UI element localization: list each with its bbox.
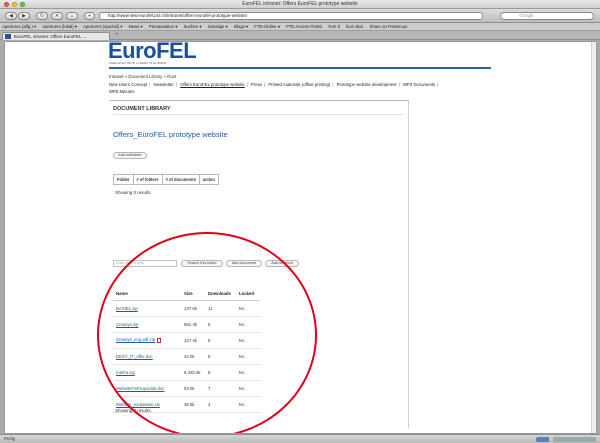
- reload-button[interactable]: ↻: [36, 12, 48, 20]
- column-header: Folder: [113, 174, 134, 185]
- add-bookmark-button[interactable]: +: [84, 12, 95, 20]
- bookmark-item[interactable]: Yum It: [328, 24, 340, 29]
- bookmark-item[interactable]: News ▾: [129, 24, 143, 29]
- bookmark-item[interactable]: Sonstige ▾: [208, 24, 228, 29]
- logo-tagline: FREE ELECTRON LASERS IN EUROPE: [109, 61, 167, 65]
- panel-divider: [109, 100, 409, 101]
- address-bar[interactable]: http://www-test-eurofel.psi.ch/intranet/…: [99, 12, 483, 20]
- folder-results-count: Showing 0 results.: [115, 190, 152, 195]
- bookmark-item[interactable]: Suchen ▾: [184, 24, 202, 29]
- nav-link[interactable]: New Users Concept: [109, 82, 147, 87]
- window-title: EuroFEL intranet: Offers EuroFEL prototy…: [242, 1, 358, 7]
- bookmark-item[interactable]: Precausation ▾: [149, 24, 177, 29]
- add-subfolder-button[interactable]: Add subfolder: [113, 152, 147, 159]
- column-header: # of folders: [132, 174, 163, 185]
- breadcrumb-item[interactable]: Intranet: [109, 74, 124, 79]
- browser-toolbar: ◀ ▶ ↻ ✕ ⌂ + http://www-test-eurofel.psi.…: [0, 9, 600, 23]
- bookmark-item[interactable]: leuz desi: [346, 24, 363, 29]
- nav-link-active[interactable]: Offers EuroFEL prototype website: [180, 82, 245, 87]
- stop-button[interactable]: ✕: [51, 12, 63, 20]
- bookmark-item[interactable]: FTD Access Portal: [286, 24, 322, 29]
- nav-link[interactable]: WP5 Minutes: [109, 89, 135, 94]
- bookmark-item[interactable]: Share on Posterous: [369, 24, 407, 29]
- folder-nav: New Users Concept | Newsletter | Offers Eu…: [109, 82, 439, 94]
- tab-bar: EuroFEL intranet: Offers EuroFEL ... +: [0, 31, 600, 40]
- nav-link[interactable]: WP3 Documents: [403, 82, 435, 87]
- folder-summary-table: Folder # of folders # of documents actio…: [113, 174, 219, 185]
- status-text: Fertig: [4, 436, 15, 441]
- tab-label: EuroFEL intranet: Offers EuroFEL ...: [14, 34, 87, 39]
- bookmark-item[interactable]: FTD-Online ▾: [254, 24, 280, 29]
- column-header: # of documents: [161, 174, 200, 185]
- breadcrumb: Intranet » Document Library » Root: [109, 74, 176, 79]
- column-header: action: [198, 174, 219, 185]
- document-library-heading: DOCUMENT LIBRARY: [113, 106, 171, 112]
- header-divider: [109, 67, 491, 69]
- site-favicon-icon: [5, 34, 11, 39]
- nav-link[interactable]: Press: [251, 82, 262, 87]
- bookmarks-bar: Apertures (alfg.) ▾ Apertures (lokal) ▾ …: [0, 23, 600, 31]
- status-icons: [536, 437, 596, 442]
- bookmark-item[interactable]: Apertures (spezial) ▾: [83, 24, 122, 29]
- vertical-scrollbar[interactable]: [591, 42, 596, 433]
- heading-divider: [113, 114, 403, 115]
- tab-eurofel-intranet[interactable]: EuroFEL intranet: Offers EuroFEL ...: [2, 32, 110, 40]
- breadcrumb-separator: »: [163, 74, 166, 79]
- nav-link[interactable]: Newsletter: [154, 82, 174, 87]
- bookmark-item[interactable]: Apertures (alfg.) ▾: [2, 24, 36, 29]
- page-viewport: EuroFEL FREE ELECTRON LASERS IN EUROPE I…: [4, 41, 597, 434]
- red-annotation-circle: [97, 232, 317, 433]
- breadcrumb-separator: »: [124, 74, 128, 79]
- search-field[interactable]: Google: [500, 12, 594, 20]
- breadcrumb-item[interactable]: Root: [167, 74, 176, 79]
- back-button[interactable]: ◀: [5, 12, 17, 20]
- forward-button[interactable]: ▶: [18, 12, 30, 20]
- folder-title: Offers_EuroFEL prototype website: [113, 130, 228, 139]
- window-titlebar: EuroFEL intranet: Offers EuroFEL prototy…: [0, 0, 600, 9]
- new-tab-button[interactable]: +: [112, 32, 122, 40]
- nav-link[interactable]: Prototype website development: [337, 82, 397, 87]
- bookmark-item[interactable]: Apertures (lokal) ▾: [42, 24, 77, 29]
- breadcrumb-item[interactable]: Document Library: [128, 74, 162, 79]
- nav-link[interactable]: Printed materials (offset printing): [268, 82, 330, 87]
- status-bar: Fertig: [0, 434, 600, 443]
- home-button[interactable]: ⌂: [66, 12, 78, 20]
- bookmark-item[interactable]: Blogs ▾: [234, 24, 248, 29]
